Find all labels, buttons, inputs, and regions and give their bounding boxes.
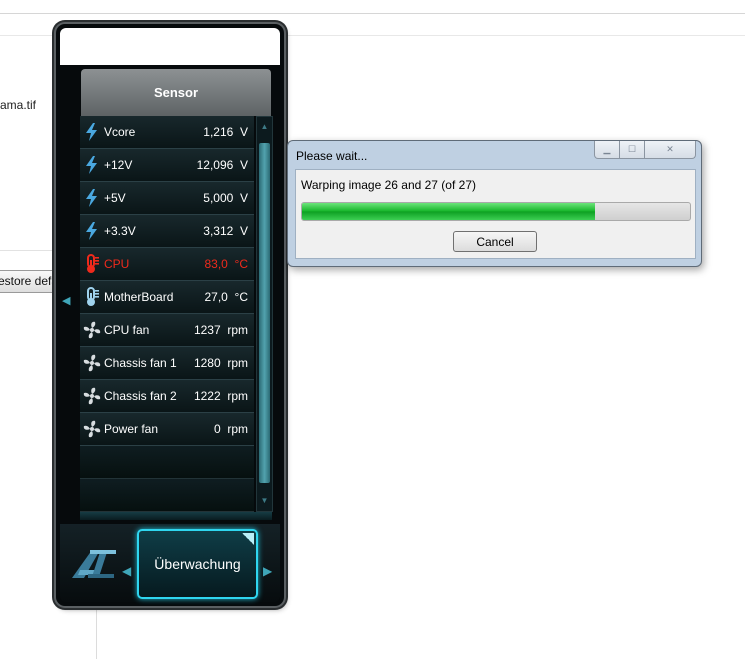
gadget-top-area	[60, 28, 280, 65]
scroll-thumb[interactable]	[259, 143, 270, 483]
sensor-reading: 5,000	[203, 191, 234, 205]
sensor-reading: 1237	[193, 323, 221, 337]
sensor-name: Vcore	[104, 125, 136, 139]
panel-divider	[96, 600, 97, 659]
sensor-name: +3.3V	[104, 224, 136, 238]
sensor-unit: V	[239, 158, 248, 172]
dialog-body: Warping image 26 and 27 (of 27) Cancel	[295, 169, 696, 259]
thermometer-icon	[82, 287, 102, 307]
sensor-reading: 3,312	[203, 224, 234, 238]
sensor-name: +12V	[104, 158, 133, 172]
dialog-title: Please wait...	[296, 149, 368, 163]
sensor-gadget: Sensor Vcore 1,216 V +12V 12,096 V +5V 5,000 …	[56, 24, 284, 606]
sensor-value: 1222 rpm	[194, 380, 248, 412]
voltage-icon	[82, 221, 102, 241]
sensor-name: MotherBoard	[104, 290, 174, 304]
sensor-row[interactable]: +5V 5,000 V	[80, 182, 254, 215]
sensor-row[interactable]: +3.3V 3,312 V	[80, 215, 254, 248]
sensor-reading: 83,0	[204, 257, 228, 271]
sensor-unit: V	[239, 224, 248, 238]
previous-arrow-icon[interactable]: ◀	[122, 564, 131, 578]
fan-icon	[82, 386, 102, 406]
sensor-row[interactable]: +12V 12,096 V	[80, 149, 254, 182]
sensor-header: Sensor	[81, 69, 271, 116]
collapse-left-arrow-icon[interactable]: ◀	[62, 294, 70, 307]
sensor-value: 3,312 V	[203, 215, 248, 247]
sensor-scrollbar[interactable]: ▲ ▼	[256, 116, 273, 512]
fan-icon	[82, 353, 102, 373]
fan-icon	[82, 419, 102, 439]
sensor-value: 1280 rpm	[194, 347, 248, 379]
sensor-unit: rpm	[227, 356, 248, 370]
next-arrow-icon[interactable]: ▶	[263, 564, 272, 578]
maximize-icon[interactable]: ☐	[619, 141, 645, 159]
sensor-reading: 1,216	[203, 125, 234, 139]
voltage-icon	[82, 122, 102, 142]
sensor-row[interactable]: Chassis fan 2 1222 rpm	[80, 380, 254, 413]
window-controls: ▁ ☐ ✕	[594, 141, 696, 159]
minimize-icon[interactable]: ▁	[594, 141, 620, 159]
please-wait-dialog: Please wait... ▁ ☐ ✕ Warping image 26 an…	[287, 140, 702, 267]
voltage-icon	[82, 188, 102, 208]
panel-bottom-strip	[80, 512, 272, 520]
window-top-border	[0, 13, 745, 14]
sensor-row[interactable]: Vcore 1,216 V	[80, 116, 254, 149]
sensor-unit: V	[239, 191, 248, 205]
sensor-name: CPU	[104, 257, 130, 271]
sensor-value: 27,0 °C	[205, 281, 249, 313]
sensor-value: 12,096 V	[197, 149, 248, 181]
progress-bar	[301, 202, 691, 221]
sensor-unit: V	[239, 125, 248, 139]
section-divider	[0, 250, 60, 251]
sensor-value: 5,000 V	[203, 182, 248, 214]
sensor-row[interactable]: CPU fan 1237 rpm	[80, 314, 254, 347]
sensor-reading: 1222	[193, 389, 221, 403]
voltage-icon	[82, 155, 102, 175]
gadget-bottom-bar: ◀ Überwachung ▶	[60, 524, 280, 602]
monitor-button[interactable]: Überwachung	[137, 529, 258, 599]
sensor-row[interactable]: Power fan 0 rpm	[80, 413, 254, 446]
thermometer-icon	[82, 254, 102, 274]
file-name-text: ama.tif	[0, 98, 37, 112]
sensor-list: Vcore 1,216 V +12V 12,096 V +5V 5,000 V +3.3V 3…	[80, 116, 255, 512]
sensor-unit: rpm	[227, 389, 248, 403]
ai-suite-logo-icon[interactable]	[70, 546, 118, 580]
close-icon[interactable]: ✕	[644, 141, 696, 159]
sensor-value: 1,216 V	[203, 116, 248, 148]
sensor-name: +5V	[104, 191, 126, 205]
scroll-down-arrow-icon[interactable]: ▼	[257, 493, 272, 509]
sensor-name: Power fan	[104, 422, 159, 436]
sensor-reading: 12,096	[196, 158, 234, 172]
sensor-unit: rpm	[227, 422, 248, 436]
corner-fold-icon	[242, 533, 254, 545]
sensor-unit: °C	[234, 290, 248, 304]
sensor-name: Chassis fan 1	[104, 356, 177, 370]
sensor-reading: 1280	[193, 356, 221, 370]
empty-sensor-row	[80, 446, 254, 479]
progress-message: Warping image 26 and 27 (of 27)	[301, 178, 476, 192]
sensor-row[interactable]: Chassis fan 1 1280 rpm	[80, 347, 254, 380]
sensor-unit: rpm	[227, 323, 248, 337]
sensor-value: 83,0 °C	[205, 248, 249, 280]
sensor-name: CPU fan	[104, 323, 150, 337]
sensor-value: 1237 rpm	[194, 314, 248, 346]
sensor-row[interactable]: CPU 83,0 °C	[80, 248, 254, 281]
sensor-reading: 27,0	[204, 290, 228, 304]
monitor-button-label: Überwachung	[154, 556, 241, 572]
sensor-reading: 0	[213, 422, 221, 436]
sensor-row[interactable]: MotherBoard 27,0 °C	[80, 281, 254, 314]
empty-sensor-row	[80, 479, 254, 512]
sensor-unit: °C	[234, 257, 248, 271]
restore-defaults-button[interactable]: estore defa	[0, 270, 61, 293]
cancel-button[interactable]: Cancel	[453, 231, 537, 252]
sensor-value: 0 rpm	[214, 413, 248, 445]
fan-icon	[82, 320, 102, 340]
scroll-up-arrow-icon[interactable]: ▲	[257, 119, 272, 135]
progress-bar-fill	[302, 203, 595, 220]
sensor-name: Chassis fan 2	[104, 389, 177, 403]
